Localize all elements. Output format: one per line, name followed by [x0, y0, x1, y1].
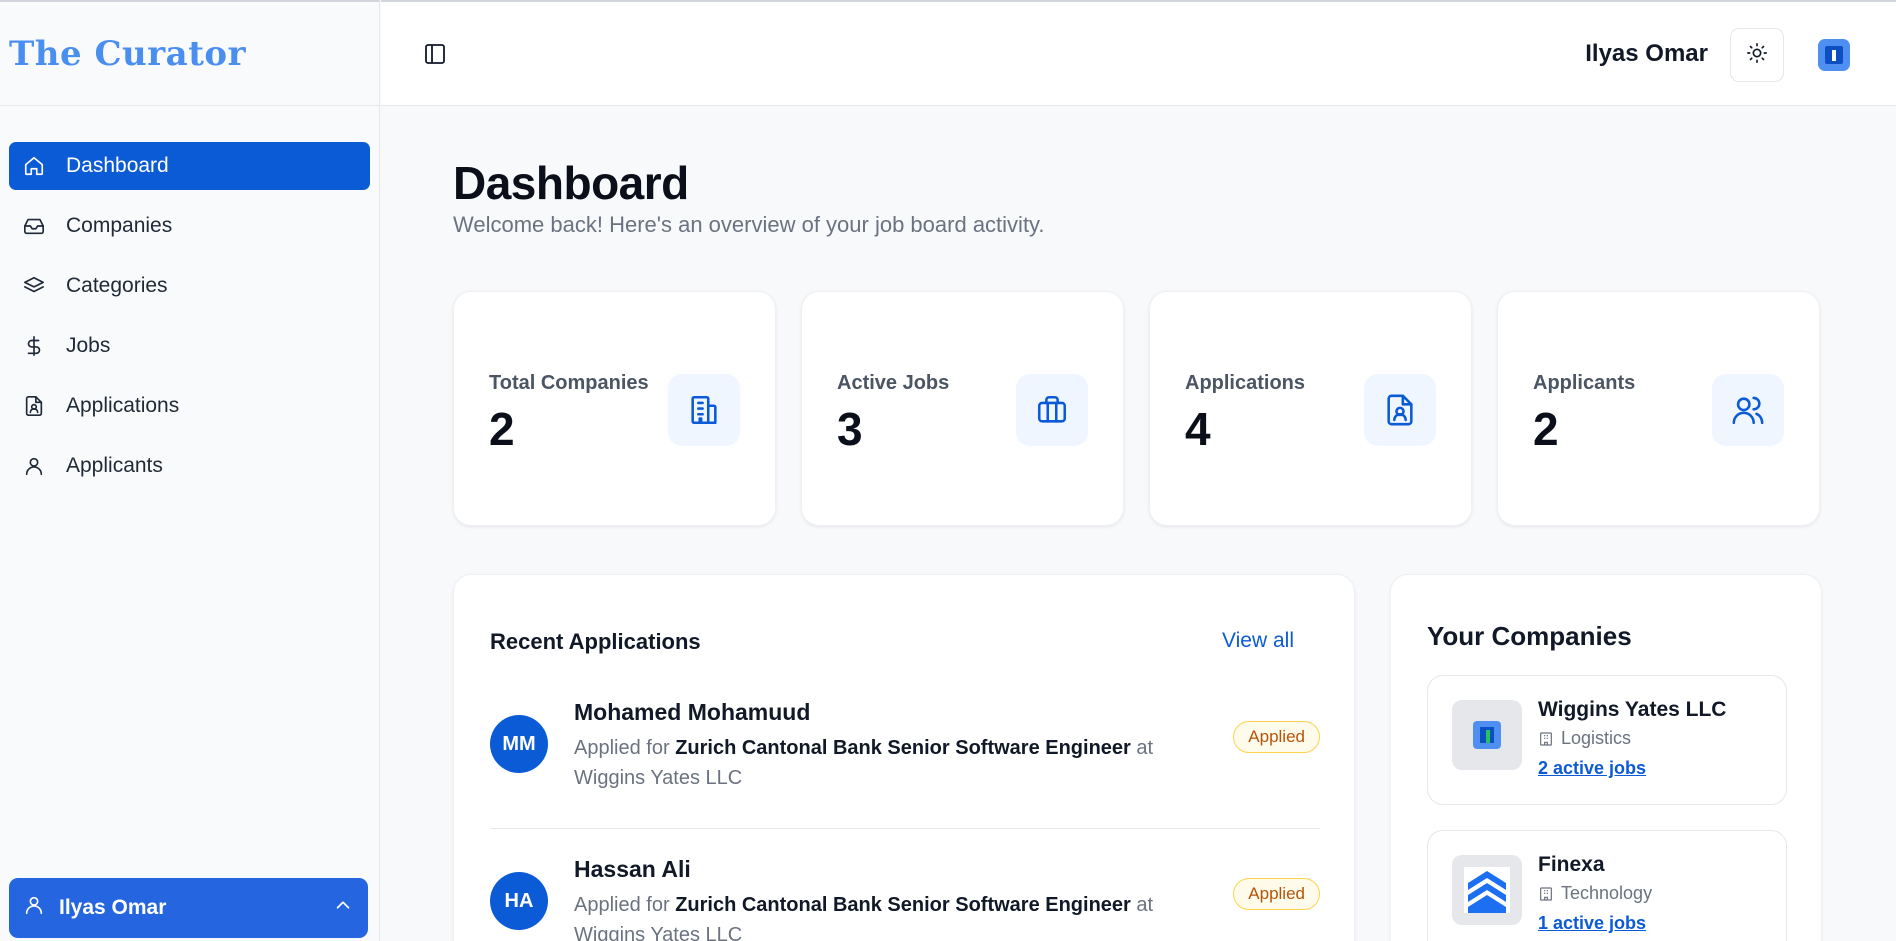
your-companies-card: Your Companies Wiggins Yates LLC Logisti… [1390, 574, 1822, 941]
sidebar-nav: Dashboard Companies Categories Jobs Appl… [0, 106, 379, 490]
applicant-name: Mohamed Mohamuud [574, 699, 811, 725]
layers-icon [22, 274, 46, 298]
application-at: at [1136, 894, 1154, 916]
user-icon [23, 894, 45, 922]
applicant-name: Hassan Ali [574, 856, 691, 882]
status-badge: Applied [1233, 878, 1320, 910]
list-item[interactable]: MM Mohamed Mohamuud Applied for Zurich C… [490, 689, 1320, 829]
sidebar-toggle-button[interactable] [423, 42, 449, 68]
job-title: Zurich Cantonal Bank Senior Software Eng… [675, 894, 1131, 916]
recent-applications-card: Recent Applications View all MM Mohamed … [453, 574, 1355, 941]
brand-logo[interactable]: The Curator [0, 2, 379, 106]
sidebar-item-label: Applications [66, 394, 180, 417]
sidebar-item-applicants[interactable]: Applicants [9, 442, 370, 490]
dollar-icon [22, 334, 46, 358]
stat-value: 2 [1533, 403, 1559, 455]
theme-toggle-button[interactable] [1730, 28, 1784, 82]
sidebar-item-applications[interactable]: Applications [9, 382, 370, 430]
stat-label: Active Jobs [837, 372, 950, 394]
sun-icon [1746, 42, 1768, 69]
file-user-icon [22, 394, 46, 418]
avatar[interactable] [1818, 39, 1850, 71]
company-name: Finexa [1538, 853, 1605, 876]
panel-left-icon [423, 44, 447, 70]
sidebar-item-label: Dashboard [66, 154, 169, 177]
stat-value: 4 [1185, 403, 1211, 455]
company-card[interactable]: Finexa Technology 1 active jobs [1427, 830, 1787, 941]
building-icon [1540, 886, 1552, 901]
stat-card-total-companies: Total Companies 2 [453, 291, 776, 526]
users-icon [1712, 374, 1784, 446]
company-logo-icon [1452, 855, 1522, 925]
application-prefix: Applied for [574, 894, 670, 916]
stat-value: 3 [837, 403, 863, 455]
main-content: Dashboard Welcome back! Here's an overvi… [405, 106, 1835, 941]
stat-card-applications: Applications 4 [1149, 291, 1472, 526]
company-category: Logistics [1538, 728, 1631, 749]
sidebar-item-categories[interactable]: Categories [9, 262, 370, 310]
avatar: HA [490, 872, 548, 930]
sidebar-item-label: Categories [66, 274, 168, 297]
sidebar-item-dashboard[interactable]: Dashboard [9, 142, 370, 190]
sidebar-item-companies[interactable]: Companies [9, 202, 370, 250]
avatar: MM [490, 715, 548, 773]
view-all-link[interactable]: View all [1222, 629, 1294, 653]
job-title: Zurich Cantonal Bank Senior Software Eng… [675, 737, 1131, 759]
sidebar-item-label: Jobs [66, 334, 111, 357]
company-card[interactable]: Wiggins Yates LLC Logistics 2 active job… [1427, 675, 1787, 805]
sidebar: The Curator Dashboard Companies Categori… [0, 0, 380, 941]
company-logo-icon [1452, 700, 1522, 770]
sidebar-item-jobs[interactable]: Jobs [9, 322, 370, 370]
sidebar-item-label: Companies [66, 214, 173, 237]
chevron-up-icon [332, 894, 354, 922]
top-bar: Ilyas Omar [381, 0, 1896, 106]
stat-card-active-jobs: Active Jobs 3 [801, 291, 1124, 526]
status-badge: Applied [1233, 721, 1320, 753]
user-menu-button[interactable]: Ilyas Omar [9, 878, 368, 938]
company-name: Wiggins Yates LLC [574, 767, 743, 789]
stat-card-applicants: Applicants 2 [1497, 291, 1820, 526]
stat-label: Applicants [1533, 372, 1636, 394]
list-item[interactable]: HA Hassan Ali Applied for Zurich Cantona… [490, 846, 1320, 941]
stat-value: 2 [489, 403, 515, 455]
application-prefix: Applied for [574, 737, 670, 759]
building-icon [1540, 731, 1552, 746]
company-name: Wiggins Yates LLC [1538, 698, 1727, 721]
inbox-icon [22, 214, 46, 238]
company-category: Technology [1538, 883, 1652, 904]
company-category-label: Logistics [1561, 728, 1632, 748]
header-user-name: Ilyas Omar [1585, 40, 1708, 67]
page-title: Dashboard [453, 157, 689, 209]
company-name: Wiggins Yates LLC [574, 924, 743, 941]
your-companies-title: Your Companies [1427, 621, 1632, 651]
sidebar-item-label: Applicants [66, 454, 163, 477]
avatar-logo-icon [1825, 46, 1843, 64]
stat-label: Total Companies [489, 372, 649, 394]
home-icon [22, 154, 46, 178]
stat-label: Applications [1185, 372, 1306, 394]
page-subtitle: Welcome back! Here's an overview of your… [453, 212, 1045, 237]
building-icon [668, 374, 740, 446]
user-menu-name: Ilyas Omar [59, 896, 167, 919]
application-at: at [1136, 737, 1154, 759]
company-active-jobs-link[interactable]: 1 active jobs [1538, 913, 1646, 934]
application-description: Applied for Zurich Cantonal Bank Senior … [574, 733, 1194, 793]
company-active-jobs-link[interactable]: 2 active jobs [1538, 758, 1646, 779]
briefcase-icon [1016, 374, 1088, 446]
user-icon [22, 454, 46, 478]
recent-applications-title: Recent Applications [490, 629, 701, 654]
application-description: Applied for Zurich Cantonal Bank Senior … [574, 890, 1194, 941]
company-category-label: Technology [1561, 883, 1653, 903]
file-user-icon [1364, 374, 1436, 446]
